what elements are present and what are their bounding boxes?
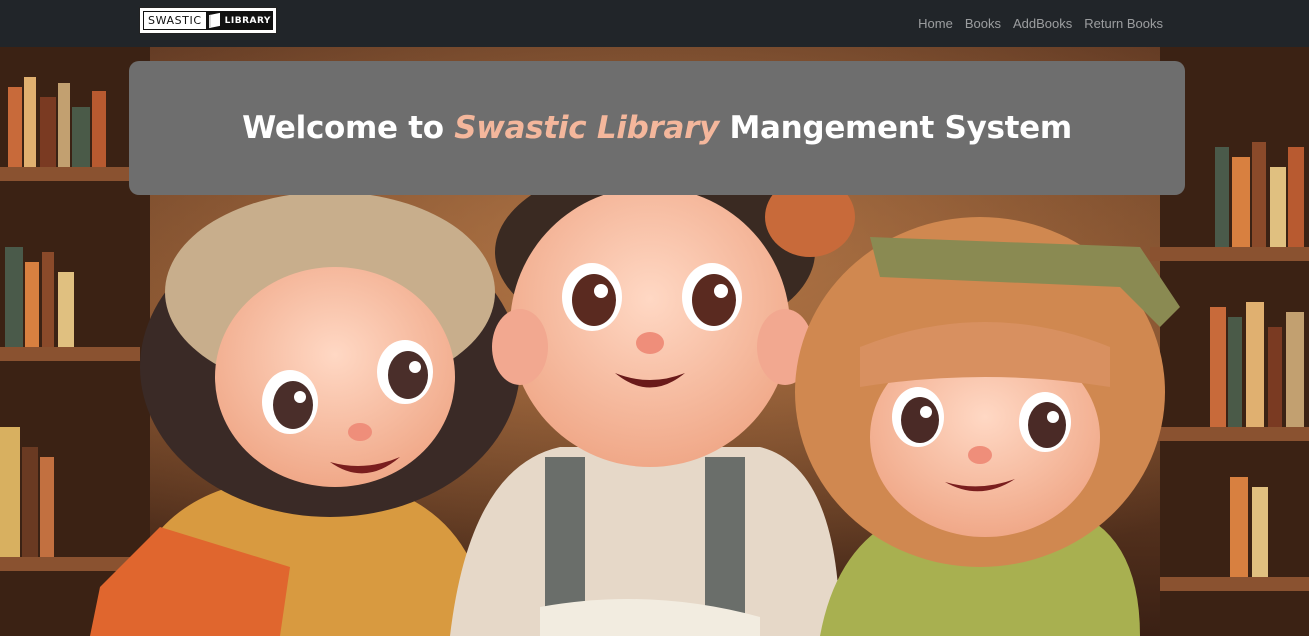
welcome-prefix: Welcome to xyxy=(242,110,455,146)
nav-link-home[interactable]: Home xyxy=(912,16,959,31)
brand-left-text: SWASTIC xyxy=(143,11,207,30)
nav-link-addbooks[interactable]: AddBooks xyxy=(1007,16,1078,31)
book-icon xyxy=(206,11,223,30)
welcome-banner: Welcome to Swastic Library Mangement Sys… xyxy=(129,61,1185,195)
nav-link-books[interactable]: Books xyxy=(959,16,1007,31)
library-name-highlight: Swastic Library xyxy=(454,110,719,146)
nav-links: Home Books AddBooks Return Books xyxy=(912,0,1169,47)
navbar: SWASTIC LIBRARY Home Books AddBooks Retu… xyxy=(0,0,1309,47)
brand-right-text: LIBRARY xyxy=(222,11,273,30)
nav-link-return-books[interactable]: Return Books xyxy=(1078,16,1169,31)
welcome-suffix: Mangement System xyxy=(719,110,1072,146)
brand-logo[interactable]: SWASTIC LIBRARY xyxy=(139,7,277,34)
welcome-heading: Welcome to Swastic Library Mangement Sys… xyxy=(242,110,1072,146)
